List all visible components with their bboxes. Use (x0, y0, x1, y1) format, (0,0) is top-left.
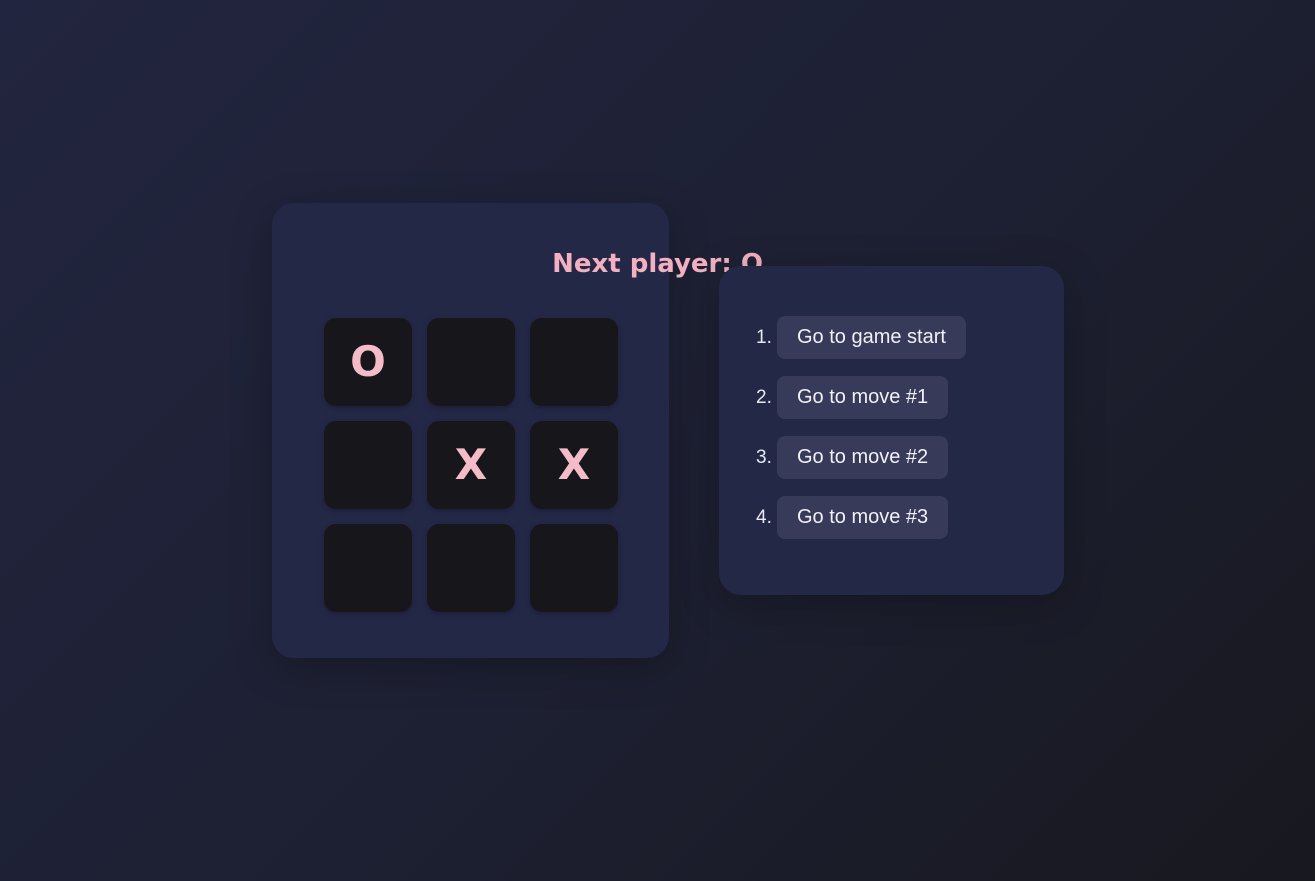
move-number: 3. (756, 446, 772, 468)
game-board: O X X (324, 318, 618, 612)
board-square-1[interactable]: O (324, 318, 412, 406)
go-to-move-2-button[interactable]: Go to move #2 (777, 436, 949, 479)
board-square-5[interactable]: X (427, 421, 515, 509)
board-square-9[interactable] (530, 524, 618, 612)
board-square-6[interactable]: X (530, 421, 618, 509)
board-square-3[interactable] (530, 318, 618, 406)
move-history-item: 4. Go to move #3 (756, 496, 966, 539)
game-status: Next player: O (552, 249, 763, 279)
board-square-2[interactable] (427, 318, 515, 406)
move-history-list: 1. Go to game start 2. Go to move #1 3. … (756, 316, 966, 556)
go-to-move-3-button[interactable]: Go to move #3 (777, 496, 949, 539)
move-history-item: 3. Go to move #2 (756, 436, 966, 479)
move-number: 1. (756, 326, 772, 348)
move-history-item: 1. Go to game start (756, 316, 966, 359)
board-square-8[interactable] (427, 524, 515, 612)
board-square-4[interactable] (324, 421, 412, 509)
go-to-move-1-button[interactable]: Go to move #1 (777, 376, 949, 419)
board-square-7[interactable] (324, 524, 412, 612)
move-number: 4. (756, 506, 772, 528)
move-history-item: 2. Go to move #1 (756, 376, 966, 419)
go-to-game-start-button[interactable]: Go to game start (777, 316, 966, 359)
move-number: 2. (756, 386, 772, 408)
